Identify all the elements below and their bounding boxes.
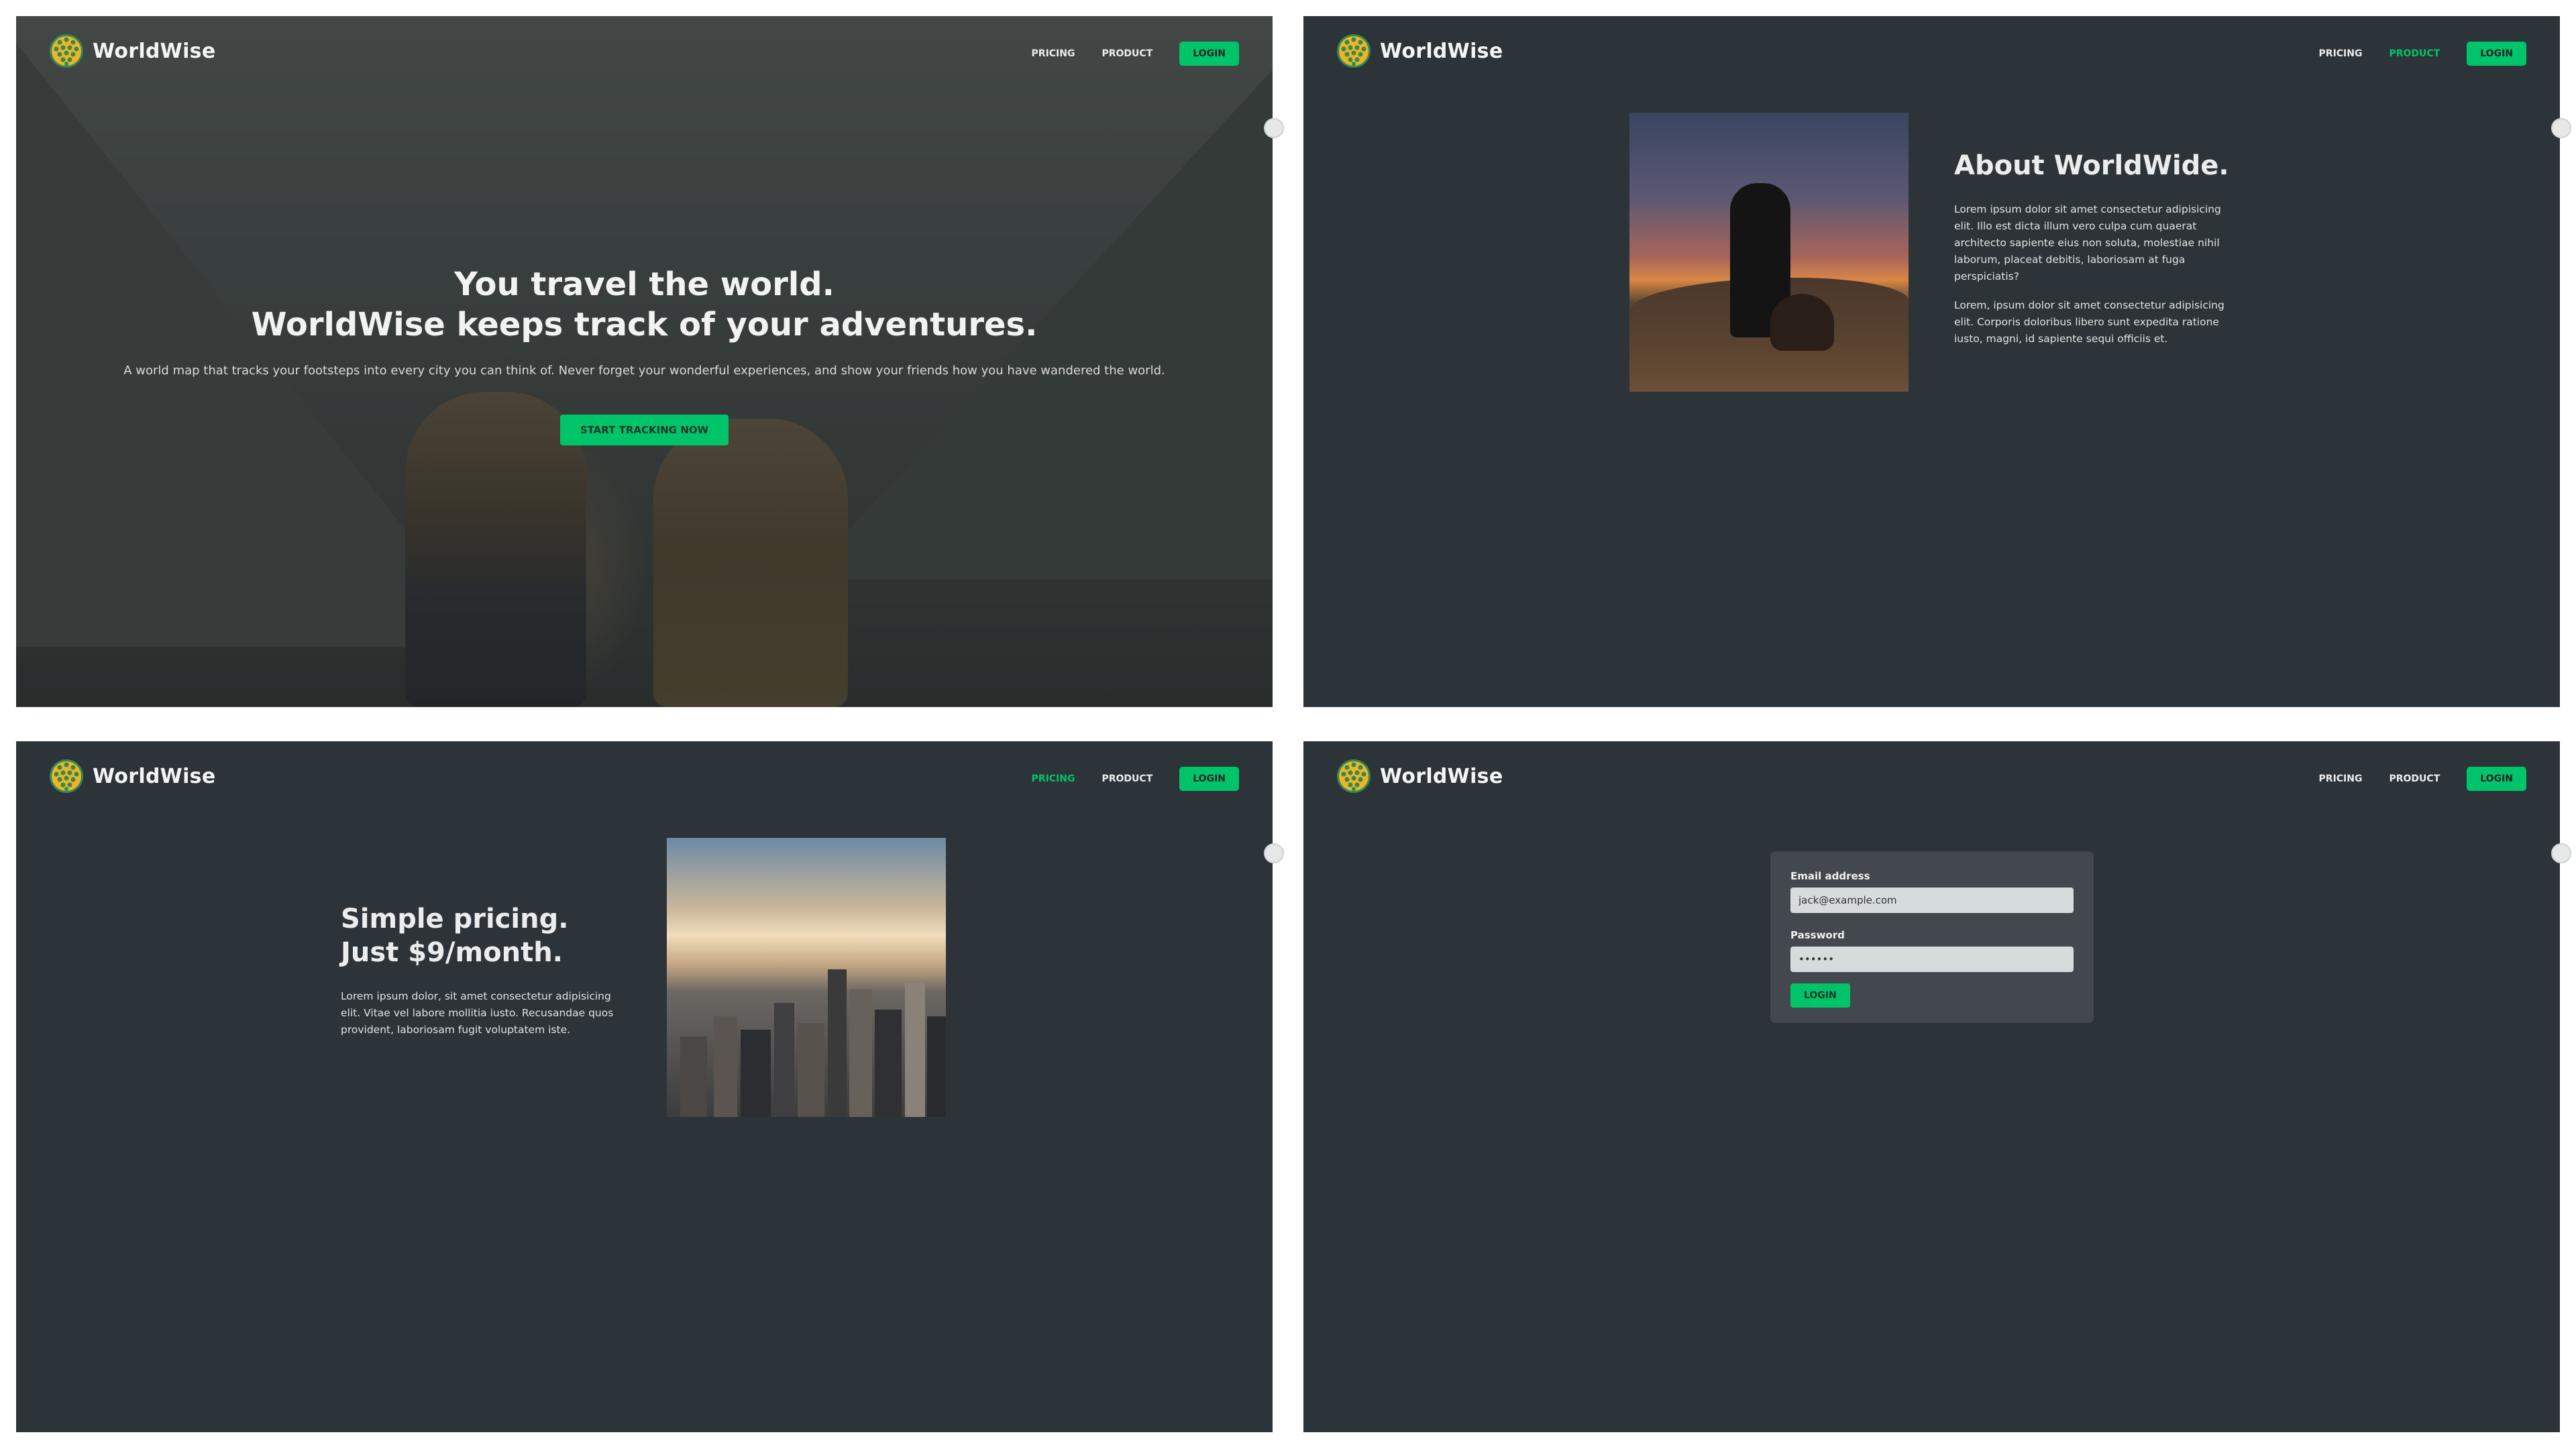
start-tracking-button[interactable]: START TRACKING NOW xyxy=(559,415,729,445)
nav-product-link[interactable]: PRODUCT xyxy=(1102,48,1152,59)
nav-login-button[interactable]: LOGIN xyxy=(2467,42,2526,66)
city-skyline-photo xyxy=(667,838,946,1117)
logo-link[interactable]: WorldWise xyxy=(48,32,215,70)
photo-building xyxy=(927,1016,946,1117)
nav-login-button[interactable]: LOGIN xyxy=(1179,42,1239,66)
globe-dots-icon xyxy=(50,34,83,68)
product-photo xyxy=(1629,113,1909,392)
scroll-handle[interactable] xyxy=(1264,843,1284,863)
photo-dog-silhouette xyxy=(1770,294,1834,351)
pricing-paragraph: Lorem ipsum dolor, sit amet consectetur … xyxy=(341,990,614,1036)
main-nav: PRICING PRODUCT LOGIN xyxy=(2319,41,2526,66)
nav-product-link[interactable]: PRODUCT xyxy=(2389,48,2440,59)
about-paragraph-1: Lorem ipsum dolor sit amet consectetur a… xyxy=(1954,203,2221,282)
logo-link[interactable]: WorldWise xyxy=(48,757,215,795)
photo-building xyxy=(680,1036,707,1117)
email-label: Email address xyxy=(1790,870,1870,882)
scroll-handle[interactable] xyxy=(1264,118,1284,138)
logo-link[interactable]: WorldWise xyxy=(1336,757,1503,795)
about-section: About WorldWide. Lorem ipsum dolor sit a… xyxy=(1954,150,2243,360)
password-label: Password xyxy=(1790,929,1845,941)
about-paragraph-2: Lorem, ipsum dolor sit amet consectetur … xyxy=(1954,299,2224,345)
nav-login-button[interactable]: LOGIN xyxy=(2467,767,2526,791)
pricing-section: Simple pricing. Just $9/month. Lorem ips… xyxy=(341,902,629,1038)
hero-headline-line2: WorldWise keeps track of your adventures… xyxy=(251,306,1038,343)
hero-section: You travel the world. WorldWise keeps tr… xyxy=(16,264,1273,445)
login-panel: WorldWise PRICING PRODUCT LOGIN Email ad… xyxy=(1303,741,2560,1432)
login-form: Email address Password LOGIN xyxy=(1770,851,2094,1023)
globe-dots-icon xyxy=(1337,34,1371,68)
brand-name: WorldWise xyxy=(93,764,216,788)
pricing-panel: WorldWise PRICING PRODUCT LOGIN Simple p… xyxy=(16,741,1273,1432)
scroll-handle[interactable] xyxy=(2551,118,2571,138)
pricing-title-line2: Just $9/month. xyxy=(341,937,563,968)
login-submit-button[interactable]: LOGIN xyxy=(1790,983,1850,1008)
brand-name: WorldWise xyxy=(1380,764,1503,788)
photo-building xyxy=(828,969,847,1117)
pricing-title-line1: Simple pricing. xyxy=(341,904,569,934)
globe-dots-icon xyxy=(1337,759,1371,793)
brand-name: WorldWise xyxy=(93,39,216,63)
globe-dots-icon xyxy=(50,759,83,793)
photo-building xyxy=(905,983,925,1117)
about-title: About WorldWide. xyxy=(1954,150,2229,181)
main-nav: PRICING PRODUCT LOGIN xyxy=(2319,766,2526,792)
nav-pricing-link[interactable]: PRICING xyxy=(2319,48,2363,59)
hero-headline-line1: You travel the world. xyxy=(454,266,835,303)
email-field[interactable] xyxy=(1790,888,2074,913)
pricing-title: Simple pricing. Just $9/month. xyxy=(341,902,629,969)
product-panel: WorldWise PRICING PRODUCT LOGIN About Wo… xyxy=(1303,16,2560,707)
photo-building xyxy=(714,1016,737,1117)
brand-name: WorldWise xyxy=(1380,39,1503,63)
main-nav: PRICING PRODUCT LOGIN xyxy=(1032,41,1239,66)
nav-pricing-link[interactable]: PRICING xyxy=(1032,773,1075,784)
logo-link[interactable]: WorldWise xyxy=(1336,32,1503,70)
nav-pricing-link[interactable]: PRICING xyxy=(2319,773,2363,784)
photo-building xyxy=(875,1010,902,1117)
nav-product-link[interactable]: PRODUCT xyxy=(1102,773,1152,784)
photo-building xyxy=(741,1030,771,1117)
homepage-panel: WorldWise PRICING PRODUCT LOGIN You trav… xyxy=(16,16,1273,707)
photo-building xyxy=(849,989,872,1117)
photo-building xyxy=(774,1003,794,1117)
photo-building xyxy=(798,1023,824,1117)
hero-subtitle: A world map that tracks your footsteps i… xyxy=(123,364,1165,378)
password-field[interactable] xyxy=(1790,947,2074,972)
scroll-handle[interactable] xyxy=(2551,843,2571,863)
main-nav: PRICING PRODUCT LOGIN xyxy=(1032,766,1239,792)
nav-product-link[interactable]: PRODUCT xyxy=(2389,773,2440,784)
nav-login-button[interactable]: LOGIN xyxy=(1179,767,1239,791)
nav-pricing-link[interactable]: PRICING xyxy=(1032,48,1075,59)
